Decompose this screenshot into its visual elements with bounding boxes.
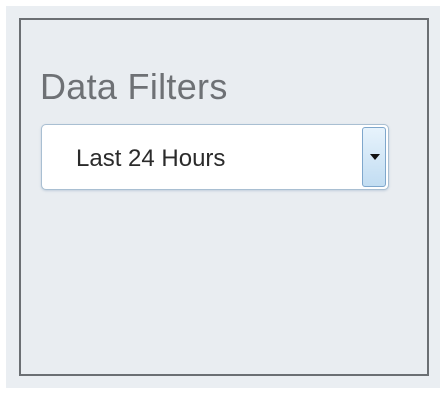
panel-title: Data Filters [40, 66, 228, 107]
time-range-dropdown[interactable]: Last 24 Hours [41, 124, 389, 190]
time-range-selected-value: Last 24 Hours [76, 145, 226, 172]
filter-frame: Data Filters Last 24 Hours [6, 6, 440, 388]
chevron-down-icon[interactable] [362, 127, 386, 187]
